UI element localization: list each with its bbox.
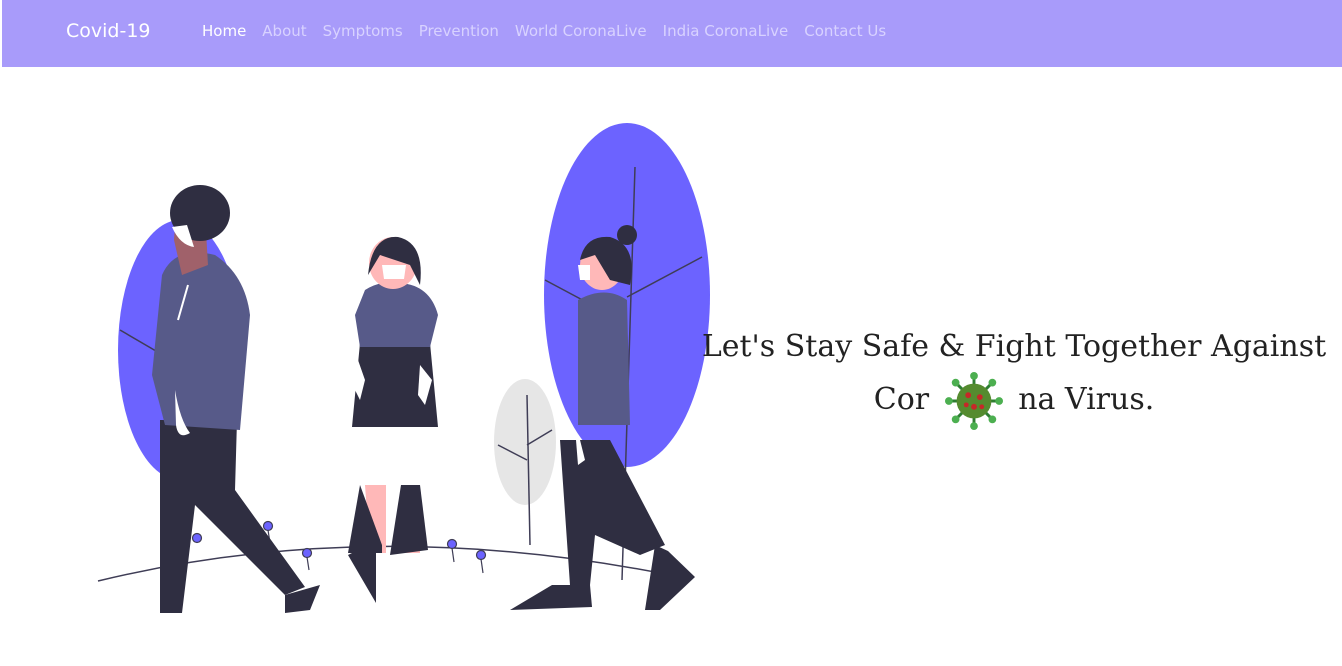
grey-bush	[494, 379, 556, 546]
hero-tagline: Let's Stay Safe & Fight Together Against…	[690, 322, 1338, 430]
woman-standing-figure	[348, 236, 438, 603]
nav-world-coronalive[interactable]: World CoronaLive	[515, 22, 647, 40]
nav-symptoms[interactable]: Symptoms	[323, 22, 403, 40]
tagline-line-1: Let's Stay Safe & Fight Together Against	[701, 329, 1327, 364]
nav-contact-us[interactable]: Contact Us	[804, 22, 886, 40]
tagline-line-2-start: Cor	[873, 382, 930, 417]
nav-india-coronalive[interactable]: India CoronaLive	[663, 22, 789, 40]
tagline-line-2: Cor na Virus.	[690, 372, 1338, 430]
nav-about[interactable]: About	[262, 22, 306, 40]
nav-home[interactable]: Home	[202, 22, 246, 40]
nav-prevention[interactable]: Prevention	[419, 22, 499, 40]
tagline-line-2-end: na Virus.	[1018, 382, 1155, 417]
nav-links: Home About Symptoms Prevention World Cor…	[202, 22, 902, 40]
virus-icon	[944, 372, 1003, 430]
brand-logo[interactable]: Covid-19	[66, 20, 151, 42]
man-figure	[152, 185, 320, 613]
hero-illustration	[97, 123, 710, 613]
navbar: Covid-19 Home About Symptoms Prevention …	[2, 0, 1342, 67]
